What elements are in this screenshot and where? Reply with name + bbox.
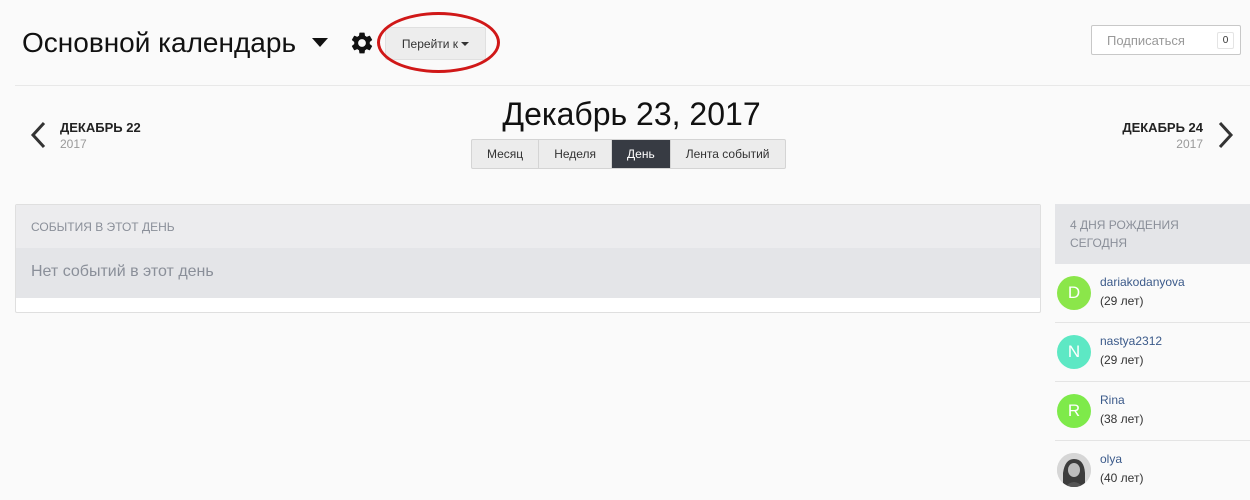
next-day-year: 2017 [1176,137,1203,151]
birthday-age: (40 лет) [1100,471,1144,485]
birthday-list-item: D dariakodanyova (29 лет) [1055,264,1250,323]
birthdays-panel: 4 дня рождения сегодня D dariakodanyova … [1055,204,1250,500]
subscribe-button[interactable]: Подписаться 0 [1091,25,1241,55]
calendar-switch-caret-icon[interactable] [312,38,328,47]
birthday-user-link[interactable]: Rina [1100,393,1125,407]
birthday-age: (29 лет) [1100,353,1144,367]
birthday-age: (29 лет) [1100,294,1144,308]
subscribe-label: Подписаться [1107,33,1185,48]
avatar[interactable]: R [1057,394,1091,428]
calendar-header: Основной календарь Перейти к Подписаться… [0,0,1250,86]
current-date-title: Декабрь 23, 2017 [502,96,761,132]
avatar-photo[interactable] [1057,453,1091,487]
tab-week[interactable]: Неделя [539,140,613,168]
events-panel-header: События в этот день [16,205,1040,248]
tab-event-stream[interactable]: Лента событий [671,140,785,168]
day-events-panel: События в этот день Нет событий в этот д… [15,204,1041,313]
avatar[interactable]: D [1057,276,1091,310]
no-events-message: Нет событий в этот день [16,248,1040,298]
header-divider [15,85,1250,86]
prev-day-year: 2017 [60,137,87,151]
jump-to-button[interactable]: Перейти к [385,27,486,60]
view-tabs: Месяц Неделя День Лента событий [471,139,786,169]
tab-month[interactable]: Месяц [472,140,540,168]
birthdays-header: 4 дня рождения сегодня [1055,204,1250,264]
tab-day[interactable]: День [612,140,671,168]
chevron-down-icon [461,41,470,46]
birthday-list-item: N nastya2312 (29 лет) [1055,323,1250,382]
birthday-list-item: R Rina (38 лет) [1055,382,1250,441]
gear-icon[interactable] [349,30,375,56]
birthday-user-link[interactable]: nastya2312 [1100,334,1162,348]
avatar[interactable]: N [1057,335,1091,369]
birthday-user-link[interactable]: olya [1100,452,1122,466]
birthday-list-item: olya (40 лет) [1055,441,1250,500]
calendar-title: Основной календарь [22,27,297,58]
birthday-age: (38 лет) [1100,412,1144,426]
birthday-user-link[interactable]: dariakodanyova [1100,275,1185,289]
next-day-link[interactable]: ДЕКАБРЬ 24 [1122,120,1203,135]
subscribe-count-badge: 0 [1217,32,1234,49]
jump-to-label: Перейти к [401,36,459,51]
chevron-right-icon[interactable] [1214,120,1236,150]
